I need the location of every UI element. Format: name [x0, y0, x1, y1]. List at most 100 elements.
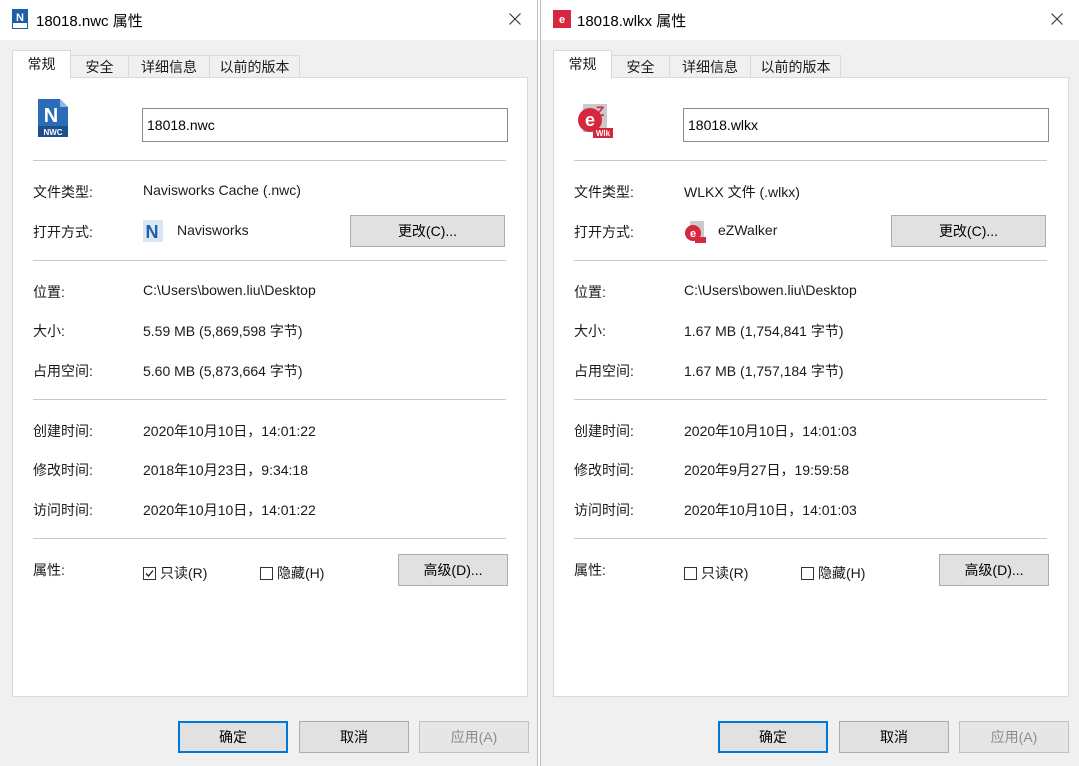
close-icon [1051, 13, 1063, 25]
divider [574, 538, 1047, 539]
tab-previous-versions[interactable]: 以前的版本 [750, 55, 841, 77]
modified-value: 2018年10月23日，9:34:18 [143, 462, 308, 478]
readonly-checkbox[interactable]: 只读(R) [684, 563, 748, 583]
accessed-label: 访问时间: [33, 502, 93, 518]
location-label: 位置: [574, 284, 606, 300]
change-button[interactable]: 更改(C)... [891, 215, 1046, 247]
created-label: 创建时间: [33, 423, 93, 439]
accessed-value: 2020年10月10日，14:01:03 [684, 502, 857, 518]
close-button[interactable] [497, 2, 533, 36]
opens-with-app-name: eZWalker [718, 222, 778, 238]
opens-with-label: 打开方式: [33, 224, 93, 240]
size-label: 大小: [574, 323, 606, 339]
svg-text:e: e [559, 14, 565, 26]
cancel-button[interactable]: 取消 [839, 721, 949, 753]
navisworks-app-icon: N [143, 219, 163, 243]
navisworks-nwc-file-icon: N NWC [34, 98, 72, 138]
hidden-checkbox[interactable]: 隐藏(H) [801, 563, 865, 583]
accessed-value: 2020年10月10日，14:01:22 [143, 502, 316, 518]
divider [574, 260, 1047, 261]
opens-with-label: 打开方式: [574, 224, 634, 240]
readonly-checkbox[interactable]: 只读(R) [143, 563, 207, 583]
file-type-label: 文件类型: [574, 184, 634, 200]
ok-button[interactable]: 确定 [718, 721, 828, 753]
checkbox-box[interactable] [143, 566, 156, 580]
tab-details[interactable]: 详细信息 [128, 55, 210, 77]
divider [33, 399, 506, 400]
modified-value: 2020年9月27日，19:59:58 [684, 462, 849, 478]
size-on-disk-label: 占用空间: [574, 363, 634, 379]
properties-dialog-nwc: N 18018.nwc 属性 常规 安全 详细信息 以前的版本 N NWC 18… [0, 0, 538, 766]
svg-text:N: N [44, 105, 58, 127]
change-button[interactable]: 更改(C)... [350, 215, 505, 247]
accessed-label: 访问时间: [574, 502, 634, 518]
title-bar[interactable]: N 18018.nwc 属性 [0, 0, 537, 40]
advanced-button[interactable]: 高级(D)... [398, 554, 508, 586]
title-bar[interactable]: e 18018.wlkx 属性 [541, 0, 1079, 40]
close-button[interactable] [1039, 2, 1075, 36]
size-value: 1.67 MB (1,754,841 字节) [684, 323, 844, 339]
location-value: C:\Users\bowen.liu\Desktop [143, 282, 316, 298]
location-label: 位置: [33, 284, 65, 300]
checkbox-box[interactable] [260, 566, 273, 580]
filename-field[interactable] [142, 108, 508, 142]
general-panel: N NWC 文件类型: Navisworks Cache (.nwc) 打开方式… [12, 77, 528, 697]
cancel-button[interactable]: 取消 [299, 721, 409, 753]
svg-text:e: e [585, 110, 595, 130]
size-value: 5.59 MB (5,869,598 字节) [143, 323, 303, 339]
checkbox-box[interactable] [801, 566, 814, 580]
created-value: 2020年10月10日，14:01:22 [143, 423, 316, 439]
ezwalker-app-icon: e [684, 219, 706, 243]
window-title: 18018.nwc 属性 [36, 13, 143, 30]
location-value: C:\Users\bowen.liu\Desktop [684, 282, 857, 298]
properties-dialog-wlkx: e 18018.wlkx 属性 常规 安全 详细信息 以前的版本 e Z Wlk [540, 0, 1079, 766]
ok-button[interactable]: 确定 [178, 721, 288, 753]
tab-security[interactable]: 安全 [611, 55, 670, 77]
filename-field[interactable] [683, 108, 1049, 142]
tab-security[interactable]: 安全 [70, 55, 129, 77]
divider [33, 260, 506, 261]
divider [33, 538, 506, 539]
divider [574, 160, 1047, 161]
modified-label: 修改时间: [574, 462, 634, 478]
general-panel: e Z Wlk 文件类型: WLKX 文件 (.wlkx) 打开方式: e eZ… [553, 77, 1069, 697]
size-on-disk-label: 占用空间: [33, 363, 93, 379]
file-type-label: 文件类型: [33, 184, 93, 200]
file-icon-caption: NWC [43, 128, 62, 137]
svg-text:N: N [16, 12, 24, 24]
window-title: 18018.wlkx 属性 [577, 13, 687, 30]
created-value: 2020年10月10日，14:01:03 [684, 423, 857, 439]
hidden-checkbox[interactable]: 隐藏(H) [260, 563, 324, 583]
apply-button[interactable]: 应用(A) [959, 721, 1069, 753]
advanced-button[interactable]: 高级(D)... [939, 554, 1049, 586]
hidden-label: 隐藏(H) [818, 565, 866, 581]
tab-previous-versions[interactable]: 以前的版本 [209, 55, 300, 77]
ezwalker-wlkx-file-icon: e Z Wlk [575, 98, 613, 138]
tab-general[interactable]: 常规 [12, 50, 71, 79]
file-type-value: WLKX 文件 (.wlkx) [684, 184, 800, 200]
file-icon-caption: Wlk [596, 129, 611, 138]
size-label: 大小: [33, 323, 65, 339]
modified-label: 修改时间: [33, 462, 93, 478]
navisworks-nwc-file-icon: N [11, 9, 31, 29]
size-on-disk-value: 1.67 MB (1,757,184 字节) [684, 363, 844, 379]
attributes-label: 属性: [33, 562, 65, 578]
checkbox-box[interactable] [684, 566, 697, 580]
svg-text:N: N [146, 222, 159, 242]
apply-button[interactable]: 应用(A) [419, 721, 529, 753]
ezwalker-wlkx-file-icon: e [552, 9, 572, 29]
tab-details[interactable]: 详细信息 [669, 55, 751, 77]
attributes-label: 属性: [574, 562, 606, 578]
file-type-value: Navisworks Cache (.nwc) [143, 182, 301, 198]
tab-general[interactable]: 常规 [553, 50, 612, 79]
created-label: 创建时间: [574, 423, 634, 439]
size-on-disk-value: 5.60 MB (5,873,664 字节) [143, 363, 303, 379]
checkmark-icon [145, 569, 154, 577]
divider [33, 160, 506, 161]
close-icon [509, 13, 521, 25]
readonly-label: 只读(R) [160, 565, 208, 581]
readonly-label: 只读(R) [701, 565, 749, 581]
opens-with-app-name: Navisworks [177, 222, 249, 238]
hidden-label: 隐藏(H) [277, 565, 325, 581]
divider [574, 399, 1047, 400]
